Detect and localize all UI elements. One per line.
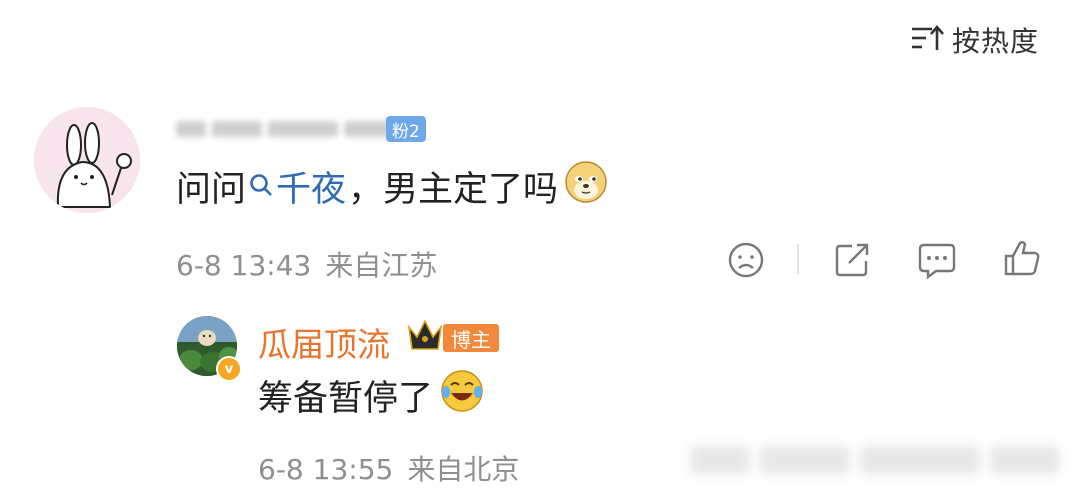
reply-text: 筹备暂停了: [258, 368, 485, 423]
verified-badge: v: [216, 356, 242, 382]
sort-icon: [910, 23, 944, 57]
topic-label: 千夜: [276, 170, 347, 210]
search-icon: [248, 167, 274, 207]
comment-text-suffix: ，男主定了吗: [348, 170, 559, 210]
comment-text-prefix: 问问: [176, 170, 247, 210]
like-icon[interactable]: [1002, 238, 1042, 284]
reply-location: 来自北京: [407, 453, 520, 486]
topic-link[interactable]: 千夜: [248, 161, 346, 212]
author-badge: 博主: [443, 324, 499, 352]
blurred-region: [690, 440, 1070, 480]
crown-icon: [405, 317, 445, 357]
comment-text: 问问 千夜 ，男主定了吗: [176, 160, 608, 213]
laughing-crying-emoji: [439, 368, 485, 423]
sort-label: 按热度: [952, 25, 1040, 58]
dislike-icon[interactable]: [726, 240, 766, 284]
action-divider: [797, 244, 799, 274]
commenter-avatar[interactable]: [34, 107, 140, 213]
commenter-username-blurred[interactable]: [176, 116, 416, 142]
reply-text-body: 筹备暂停了: [258, 379, 434, 419]
comment-date: 6-8 13:43: [176, 249, 312, 282]
sort-by-hot-button[interactable]: 按热度: [910, 18, 1039, 62]
reply-date: 6-8 13:55: [258, 453, 394, 486]
reply-meta: 6-8 13:55 来自北京: [258, 448, 519, 488]
comment-meta: 6-8 13:43 来自江苏: [176, 244, 437, 284]
reply-username[interactable]: 瓜届顶流: [258, 318, 390, 366]
comment-location: 来自江苏: [325, 249, 438, 282]
doge-emoji: [564, 160, 608, 213]
comment-icon[interactable]: [916, 240, 958, 284]
share-icon[interactable]: [832, 240, 872, 284]
fan-level-badge: 粉2: [386, 116, 426, 142]
